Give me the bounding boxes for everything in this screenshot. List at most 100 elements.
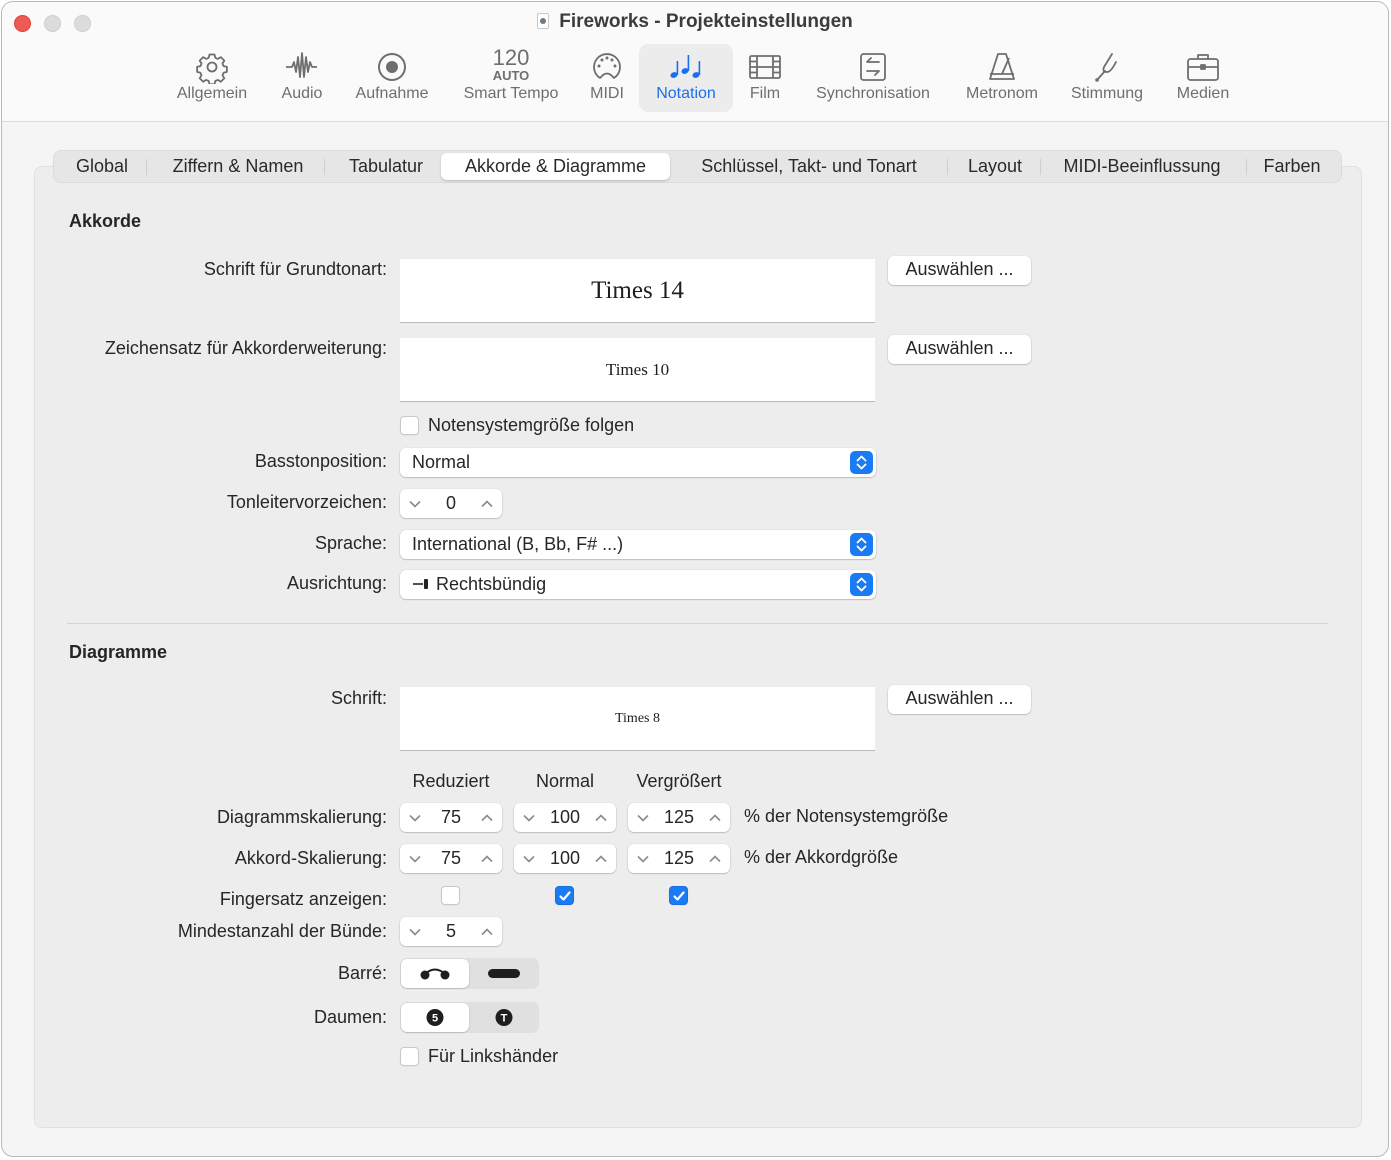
show-fingering-enlarged-checkbox[interactable] xyxy=(669,886,688,905)
section-title-diagramme: Diagramme xyxy=(69,642,168,662)
tab-farben[interactable]: Farben xyxy=(1250,153,1334,180)
thumb-option-number[interactable]: 5 xyxy=(401,1003,469,1032)
chevron-up-icon[interactable] xyxy=(480,925,494,939)
toolbar-label: Allgemein xyxy=(176,85,248,102)
chevron-up-icon[interactable] xyxy=(594,811,608,825)
checkmark-icon xyxy=(673,891,685,901)
alignment-popup[interactable]: Rechtsbündig xyxy=(400,570,876,599)
bar-barre-icon xyxy=(488,969,520,978)
titlebar: Fireworks - Projekteinstellungen Allgeme… xyxy=(2,2,1388,122)
show-fingering-normal-checkbox[interactable] xyxy=(555,886,574,905)
chord-scaling-enlarged-stepper[interactable]: 125 xyxy=(628,844,730,873)
document-icon xyxy=(537,13,550,29)
music-notes-icon xyxy=(670,55,701,78)
chord-scaling-suffix: % der Akkordgröße xyxy=(744,847,899,867)
diagram-font-preview: Times 8 xyxy=(400,687,875,751)
column-header-vergroessert: Vergrößert xyxy=(636,771,722,791)
toolbar-item-audio[interactable]: Audio xyxy=(272,44,332,112)
chevron-up-icon[interactable] xyxy=(708,852,722,866)
toolbar-item-synchronisation[interactable]: Synchronisation xyxy=(804,44,942,112)
alignment-label: Ausrichtung: xyxy=(286,573,387,593)
root-font-preview: Times 14 xyxy=(400,259,875,323)
circled-t-icon: T xyxy=(495,1009,513,1026)
toolbar-label: Medien xyxy=(1176,85,1230,102)
tab-separator xyxy=(1040,159,1041,175)
root-font-select-button[interactable]: Auswählen ... xyxy=(888,256,1031,285)
toolbar-label: Smart Tempo xyxy=(463,85,559,102)
toolbar-label: Aufnahme xyxy=(355,85,429,102)
column-header-reduziert: Reduziert xyxy=(412,771,490,791)
bass-position-label: Basstonposition: xyxy=(254,451,387,471)
circled-number-icon: 5 xyxy=(426,1009,444,1026)
show-fingering-reduced-checkbox[interactable] xyxy=(441,886,460,905)
toolbar-item-notation[interactable]: Notation xyxy=(639,44,733,112)
chevron-up-icon[interactable] xyxy=(708,811,722,825)
metronome-icon xyxy=(989,53,1015,80)
diagram-scaling-enlarged-stepper[interactable]: 125 xyxy=(628,803,730,832)
diagram-scaling-normal-stepper[interactable]: 100 xyxy=(514,803,616,832)
chord-scaling-reduced-stepper[interactable]: 75 xyxy=(400,844,502,873)
follow-staff-size-checkbox[interactable] xyxy=(400,416,419,435)
root-font-label: Schrift für Grundtonart: xyxy=(203,259,387,279)
toolbar-item-film[interactable]: Film xyxy=(742,44,788,112)
tab-separator xyxy=(324,159,325,175)
tab-bar: Global Ziffern & Namen Tabulatur Akkorde… xyxy=(53,150,1342,183)
tempo-value: 120 xyxy=(492,45,530,70)
toolbar-item-medien[interactable]: Medien xyxy=(1167,44,1239,112)
midi-port-icon xyxy=(593,53,621,79)
film-icon xyxy=(749,55,781,79)
tab-midi-beeinflussung[interactable]: MIDI-Beeinflussung xyxy=(1042,153,1242,180)
toolbar-label: Audio xyxy=(281,85,323,102)
toolbar-item-aufnahme[interactable]: Aufnahme xyxy=(345,44,439,112)
section-divider xyxy=(67,623,1328,624)
scale-accidentals-stepper[interactable]: 0 xyxy=(400,489,502,518)
diagram-font-label: Schrift: xyxy=(330,688,387,708)
toolbar-item-metronom[interactable]: Metronom xyxy=(954,44,1050,112)
align-right-icon xyxy=(413,579,428,589)
toolbar-item-midi[interactable]: MIDI xyxy=(582,44,632,112)
diagram-scaling-reduced-stepper[interactable]: 75 xyxy=(400,803,502,832)
toolbar-label: Stimmung xyxy=(1070,85,1144,102)
chord-scaling-normal-stepper[interactable]: 100 xyxy=(514,844,616,873)
barre-option-arc[interactable] xyxy=(401,959,469,988)
tab-tabulatur[interactable]: Tabulatur xyxy=(330,153,442,180)
column-header-normal: Normal xyxy=(535,771,594,791)
chevron-up-icon[interactable] xyxy=(480,497,494,511)
barre-option-bar[interactable] xyxy=(470,959,538,988)
extension-font-select-button[interactable]: Auswählen ... xyxy=(888,335,1031,364)
settings-toolbar: Allgemein Audio Aufnahme 120 AUTO Smart … xyxy=(2,44,1388,114)
checkmark-icon xyxy=(559,891,571,901)
tab-separator xyxy=(1246,159,1247,175)
toolbar-item-allgemein[interactable]: Allgemein xyxy=(167,44,257,112)
tuning-fork-icon xyxy=(1095,53,1117,82)
chevron-up-icon[interactable] xyxy=(594,852,608,866)
diagram-scaling-suffix: % der Notensystemgröße xyxy=(744,806,949,826)
left-handed-checkbox[interactable] xyxy=(400,1047,419,1066)
barre-segmented-control xyxy=(400,958,539,989)
chevron-up-icon[interactable] xyxy=(480,811,494,825)
tab-layout[interactable]: Layout xyxy=(950,153,1040,180)
tab-global[interactable]: Global xyxy=(62,153,142,180)
tab-schluessel-takt-tonart[interactable]: Schlüssel, Takt- und Tonart xyxy=(674,153,944,180)
language-value: International (B, Bb, F# ...) xyxy=(412,534,624,554)
popup-arrows-icon xyxy=(850,451,873,474)
tab-akkorde-diagramme[interactable]: Akkorde & Diagramme xyxy=(441,153,670,180)
window-title-text: Fireworks - Projekteinstellungen xyxy=(559,11,853,32)
tab-ziffern-namen[interactable]: Ziffern & Namen xyxy=(151,153,325,180)
diagram-font-select-button[interactable]: Auswählen ... xyxy=(888,685,1031,714)
bass-position-value: Normal xyxy=(412,452,471,472)
chevron-up-icon[interactable] xyxy=(480,852,494,866)
tempo-mode: AUTO xyxy=(492,68,530,83)
thumb-option-1-text: T xyxy=(501,1013,508,1025)
toolbar-item-smart-tempo[interactable]: 120 AUTO Smart Tempo xyxy=(452,44,570,112)
bass-position-popup[interactable]: Normal xyxy=(400,448,876,477)
toolbar-label: MIDI xyxy=(590,85,624,102)
scale-accidentals-label: Tonleitervorzeichen: xyxy=(226,492,387,512)
show-fingering-label: Fingersatz anzeigen: xyxy=(219,889,387,909)
toolbar-label: Notation xyxy=(656,85,716,102)
min-frets-stepper[interactable]: 5 xyxy=(400,917,502,946)
toolbar-item-stimmung[interactable]: Stimmung xyxy=(1060,44,1154,112)
extension-font-preview: Times 10 xyxy=(400,338,875,402)
thumb-option-t[interactable]: T xyxy=(470,1003,538,1032)
language-popup[interactable]: International (B, Bb, F# ...) xyxy=(400,530,876,559)
